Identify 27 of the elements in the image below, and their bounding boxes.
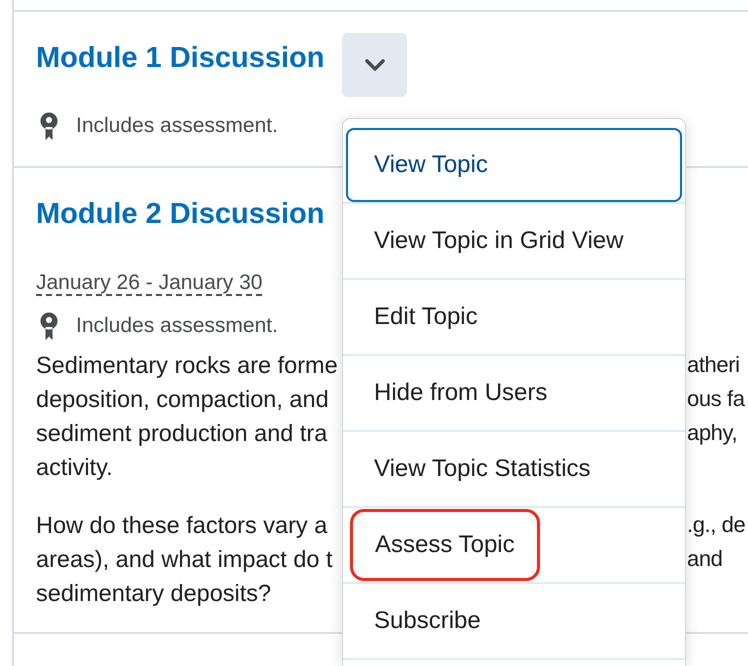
description-text: activity. [36, 454, 113, 480]
chevron-down-icon [364, 59, 384, 71]
description-text: and [687, 545, 723, 573]
dropdown-button[interactable] [342, 33, 407, 97]
description-text: .g., de [687, 511, 746, 539]
award-ribbon-icon [40, 112, 58, 140]
description-text: atheri [687, 351, 740, 379]
award-ribbon-icon [40, 312, 58, 340]
menu-item[interactable]: Hide from Users [346, 356, 682, 430]
description-text: sediment production and tra [36, 420, 328, 446]
description-text: sedimentary deposits? [36, 580, 272, 606]
menu-item[interactable]: View Topic in Grid View [346, 204, 682, 278]
assessment-note-text: Includes assessment. [76, 113, 278, 139]
module-title-link[interactable]: Module 1 Discussion [36, 40, 342, 76]
module-title-link[interactable]: Module 2 Discussion [36, 196, 342, 232]
description-text: areas), and what impact do t [36, 546, 333, 572]
menu-item[interactable]: View Topic [346, 128, 682, 202]
description-text: Sedimentary rocks are forme [36, 352, 338, 378]
description-text: How do these factors vary a [36, 512, 328, 538]
menu-item[interactable]: Subscribe [346, 584, 682, 658]
description-text: aphy, [687, 419, 738, 447]
assessment-note-text: Includes assessment. [76, 313, 278, 339]
menu-item[interactable]: Edit Topic [346, 280, 682, 354]
menu-item[interactable]: View Topic Statistics [346, 432, 682, 506]
description-text: deposition, compaction, and [36, 386, 329, 412]
date-range-text: January 26 - January 30 [36, 271, 262, 294]
description-text: ous fa [687, 385, 745, 413]
